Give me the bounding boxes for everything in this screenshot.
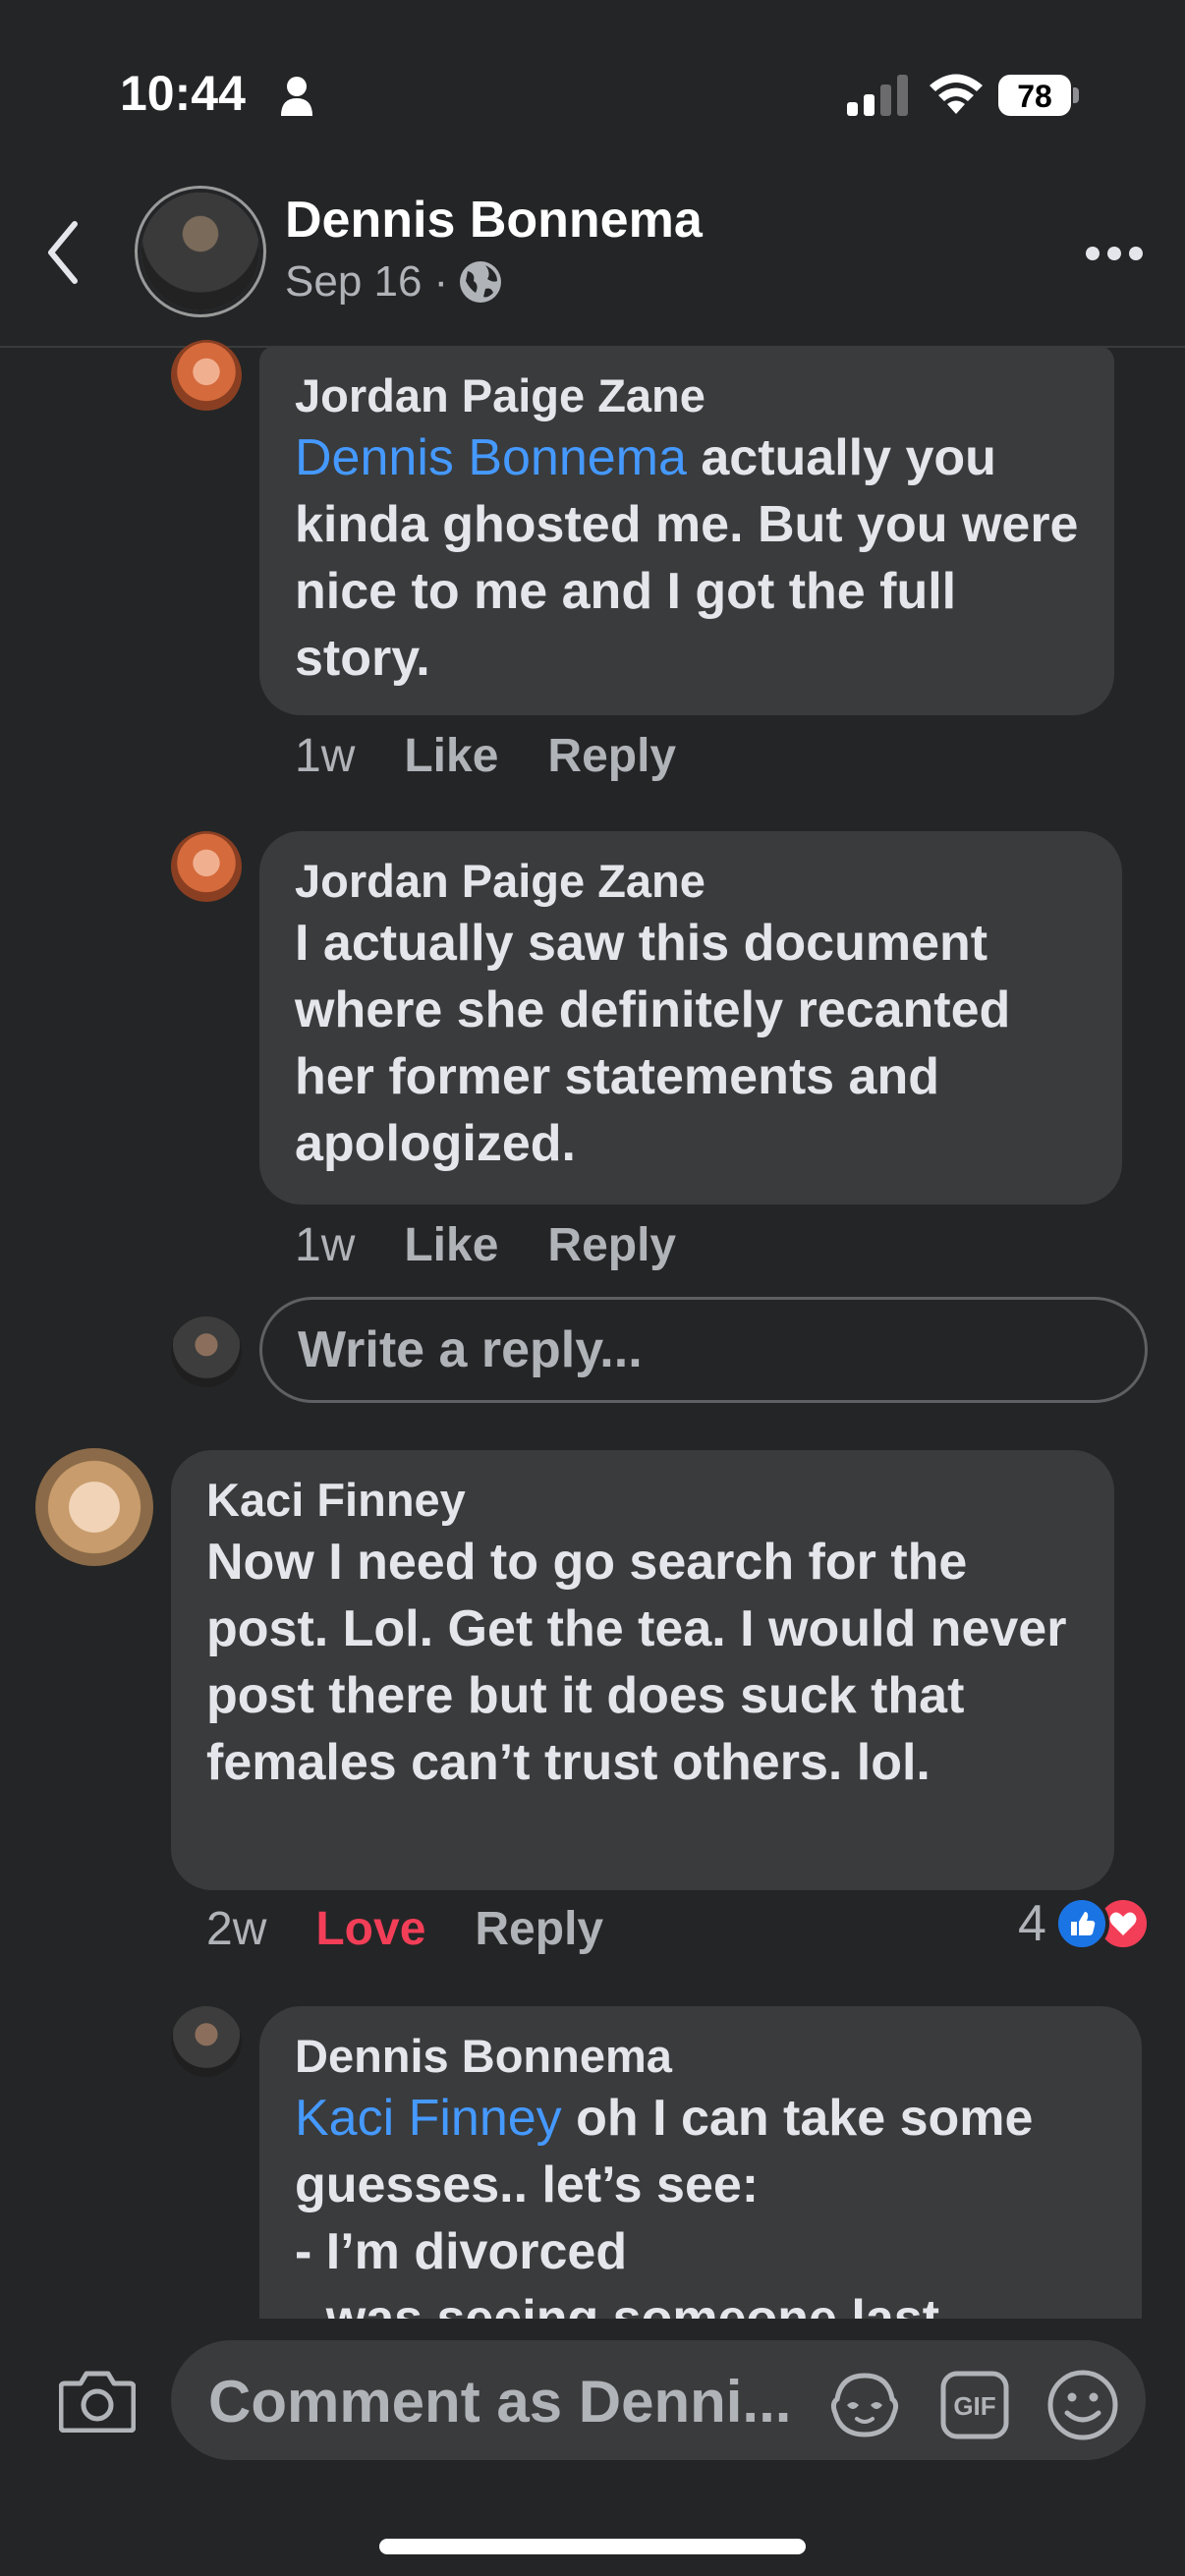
home-indicator[interactable] (379, 2539, 806, 2554)
camera-icon[interactable] (59, 2368, 136, 2433)
comment-input[interactable] (206, 2340, 819, 2462)
comment-author[interactable]: Jordan Paige Zane (295, 853, 1087, 910)
like-button[interactable]: Like (404, 1218, 498, 1272)
comment-body-line: - I’m divorced (295, 2223, 628, 2280)
comment-body-line: guesses.. let’s see: (295, 2156, 760, 2213)
wifi-icon (930, 74, 983, 114)
comment-body: I actually saw this document where she d… (295, 915, 1011, 1172)
like-button[interactable]: Like (404, 729, 498, 783)
comment-age[interactable]: 1w (295, 729, 355, 783)
comment-actions: 2w Love Reply (206, 1902, 603, 1956)
comment-author[interactable]: Dennis Bonnema (295, 2028, 1106, 2085)
mention-link[interactable]: Kaci Finney (295, 2090, 562, 2147)
commenter-avatar[interactable] (171, 831, 242, 902)
gif-label: GIF (953, 2391, 995, 2421)
post-author-name[interactable]: Dennis Bonnema (285, 191, 703, 250)
comment-age[interactable]: 1w (295, 1218, 355, 1272)
mention-link[interactable]: Dennis Bonnema (295, 429, 687, 486)
commenter-avatar[interactable] (171, 2006, 242, 2077)
post-date[interactable]: Sep 16 (285, 257, 422, 307)
comment-bubble: Jordan Paige Zane I actually saw this do… (259, 831, 1122, 1204)
current-user-avatar (171, 1316, 242, 1387)
love-reaction-button[interactable]: Love (315, 1902, 425, 1956)
globe-icon (460, 261, 502, 303)
comment-body-line: oh I can take some (576, 2090, 1034, 2147)
gif-icon[interactable]: GIF (939, 2370, 1010, 2440)
reply-button[interactable]: Reply (547, 1218, 676, 1272)
comment-author[interactable]: Kaci Finney (206, 1472, 1079, 1529)
status-time: 10:44 (120, 66, 246, 121)
battery-icon: 78 (998, 75, 1079, 118)
person-icon (281, 77, 312, 116)
header-avatar[interactable] (141, 193, 259, 310)
comment-text: Dennis Bonnema actually you kinda ghoste… (295, 424, 1079, 692)
comment-author[interactable]: Jordan Paige Zane (295, 367, 1079, 424)
comment-body: Now I need to go search for the post. Lo… (206, 1534, 1067, 1791)
comment-actions: 1w Like Reply (295, 729, 676, 783)
more-options-icon[interactable] (1085, 246, 1144, 261)
comment-text: Kaci Finney oh I can take some (295, 2085, 1106, 2152)
reaction-summary[interactable]: 4 (1018, 1894, 1151, 1953)
commenter-avatar[interactable] (35, 1448, 153, 1566)
avatar-sticker-icon[interactable] (829, 2370, 900, 2440)
meta-separator: · (433, 257, 449, 306)
battery-percent: 78 (1017, 79, 1052, 114)
reply-button[interactable]: Reply (547, 729, 676, 783)
comment-bubble: Kaci Finney Now I need to go search for … (171, 1450, 1114, 1890)
comment-actions: 1w Like Reply (295, 1218, 676, 1272)
reply-input-field[interactable] (259, 1297, 1148, 1403)
comment-age[interactable]: 2w (206, 1902, 266, 1956)
reply-input[interactable] (262, 1300, 1145, 1400)
post-meta: Sep 16 · (285, 257, 503, 307)
comment-bubble: Jordan Paige Zane Dennis Bonnema actuall… (259, 346, 1114, 715)
commenter-avatar[interactable] (171, 340, 242, 411)
emoji-icon[interactable] (1045, 2368, 1120, 2442)
reply-button[interactable]: Reply (475, 1902, 603, 1956)
back-chevron-icon[interactable] (43, 218, 83, 287)
cellular-signal-icon (847, 75, 908, 116)
reaction-count: 4 (1018, 1895, 1046, 1952)
like-reaction-icon (1053, 1896, 1109, 1951)
